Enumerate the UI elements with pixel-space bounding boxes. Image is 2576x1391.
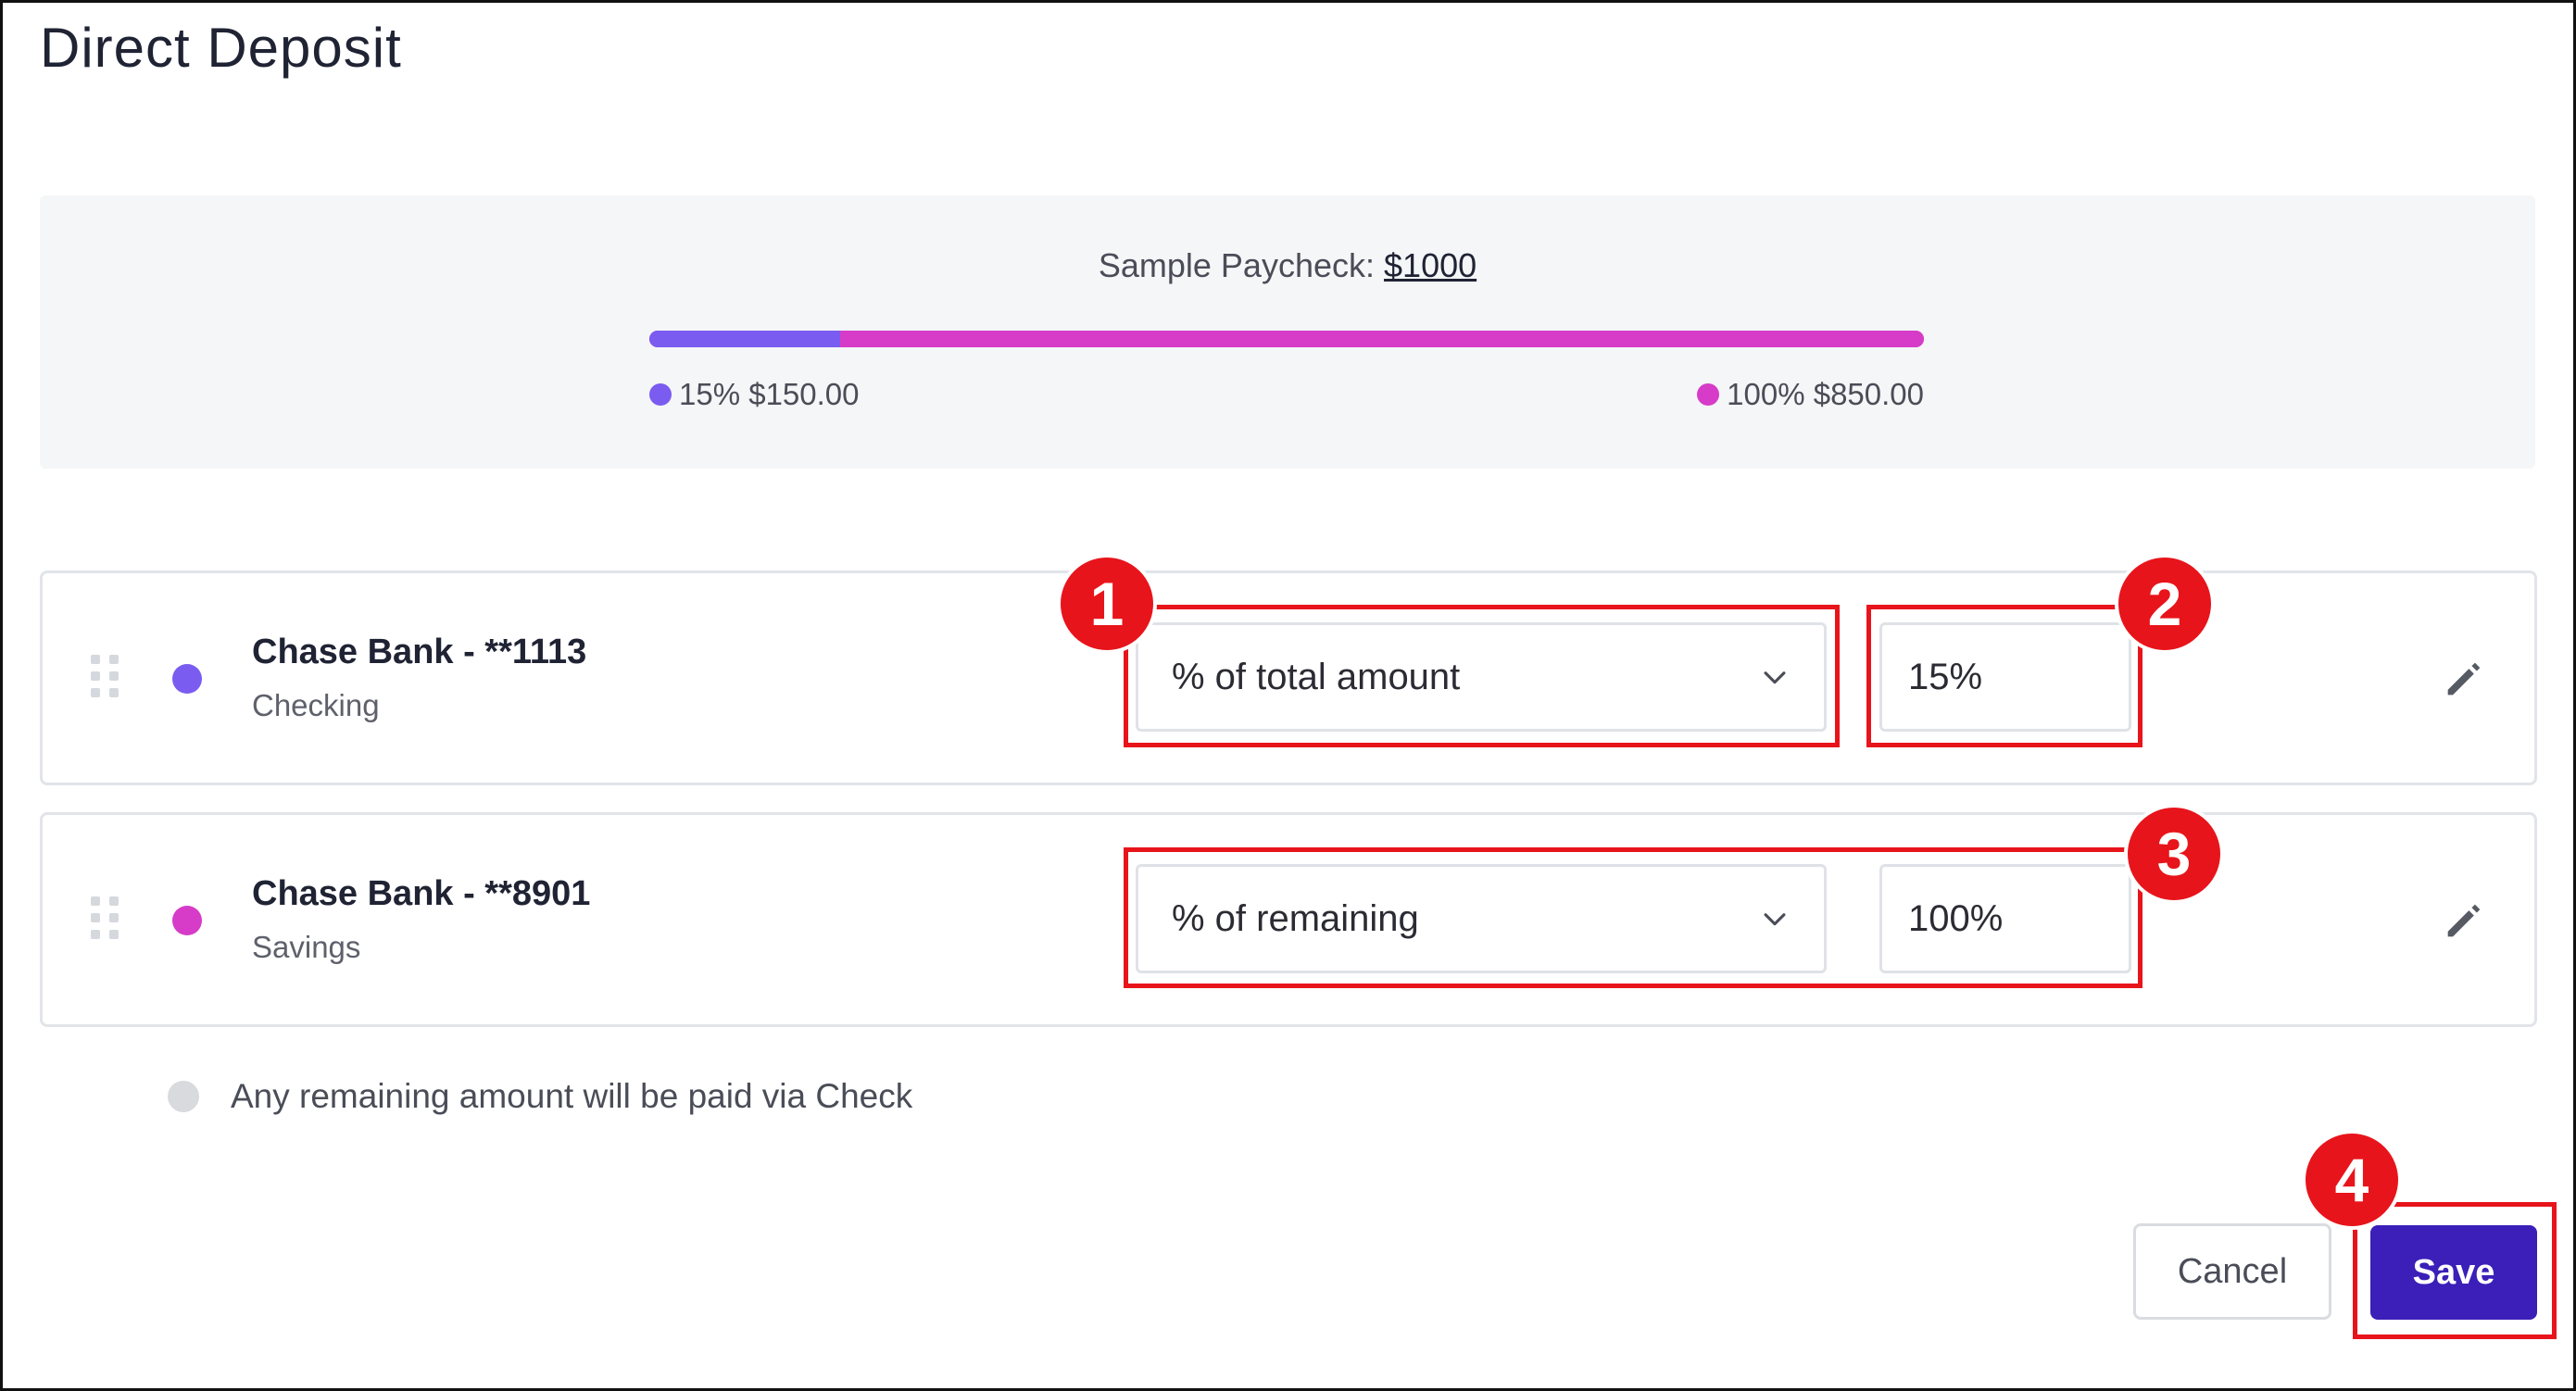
account-type: Savings [252,930,361,964]
drag-handle-icon[interactable] [91,896,119,939]
annotation-badge-4: 4 [2302,1130,2402,1230]
pencil-icon[interactable] [2440,655,2488,703]
legend-savings-text: 100% $850.00 [1727,377,1924,411]
annotation-badge-3: 3 [2124,804,2224,904]
remaining-amount-note: Any remaining amount will be paid via Ch… [168,1077,912,1116]
account-name: Chase Bank - **1113 [252,633,587,671]
remaining-amount-text: Any remaining amount will be paid via Ch… [231,1077,913,1115]
account-color-dot [172,906,202,935]
annotation-box-3 [1124,847,2142,988]
annotation-badge-1: 1 [1057,554,1157,654]
sample-paycheck-label: Sample Paycheck: $1000 [40,246,2535,285]
legend-savings: 100% $850.00 [1697,377,1924,412]
account-name: Chase Bank - **8901 [252,874,591,913]
sample-paycheck-panel: Sample Paycheck: $1000 15% $150.00 100% … [40,195,2535,469]
pencil-icon[interactable] [2440,896,2488,945]
drag-handle-icon[interactable] [91,655,119,697]
allocation-bar [649,331,1924,347]
check-color-dot [168,1081,199,1112]
legend-checking-text: 15% $150.00 [679,377,860,411]
annotation-box-2 [1866,605,2142,747]
allocation-bar-segment-savings [840,331,1924,347]
sample-paycheck-label-text: Sample Paycheck: [1098,246,1376,284]
allocation-bar-segment-checking [649,331,841,347]
sample-paycheck-amount-link[interactable]: $1000 [1384,246,1476,284]
annotation-box-1 [1124,605,1840,747]
account-color-dot [172,664,202,694]
annotation-box-4 [2353,1202,2557,1339]
dialog-frame: Direct Deposit Sample Paycheck: $1000 15… [0,0,2576,1391]
legend-dot-checking [649,383,672,406]
legend-dot-savings [1697,383,1720,406]
cancel-button[interactable]: Cancel [2133,1223,2331,1320]
account-type: Checking [252,688,380,722]
page-title: Direct Deposit [40,17,402,79]
annotation-badge-2: 2 [2115,554,2215,654]
legend-checking: 15% $150.00 [649,377,860,412]
